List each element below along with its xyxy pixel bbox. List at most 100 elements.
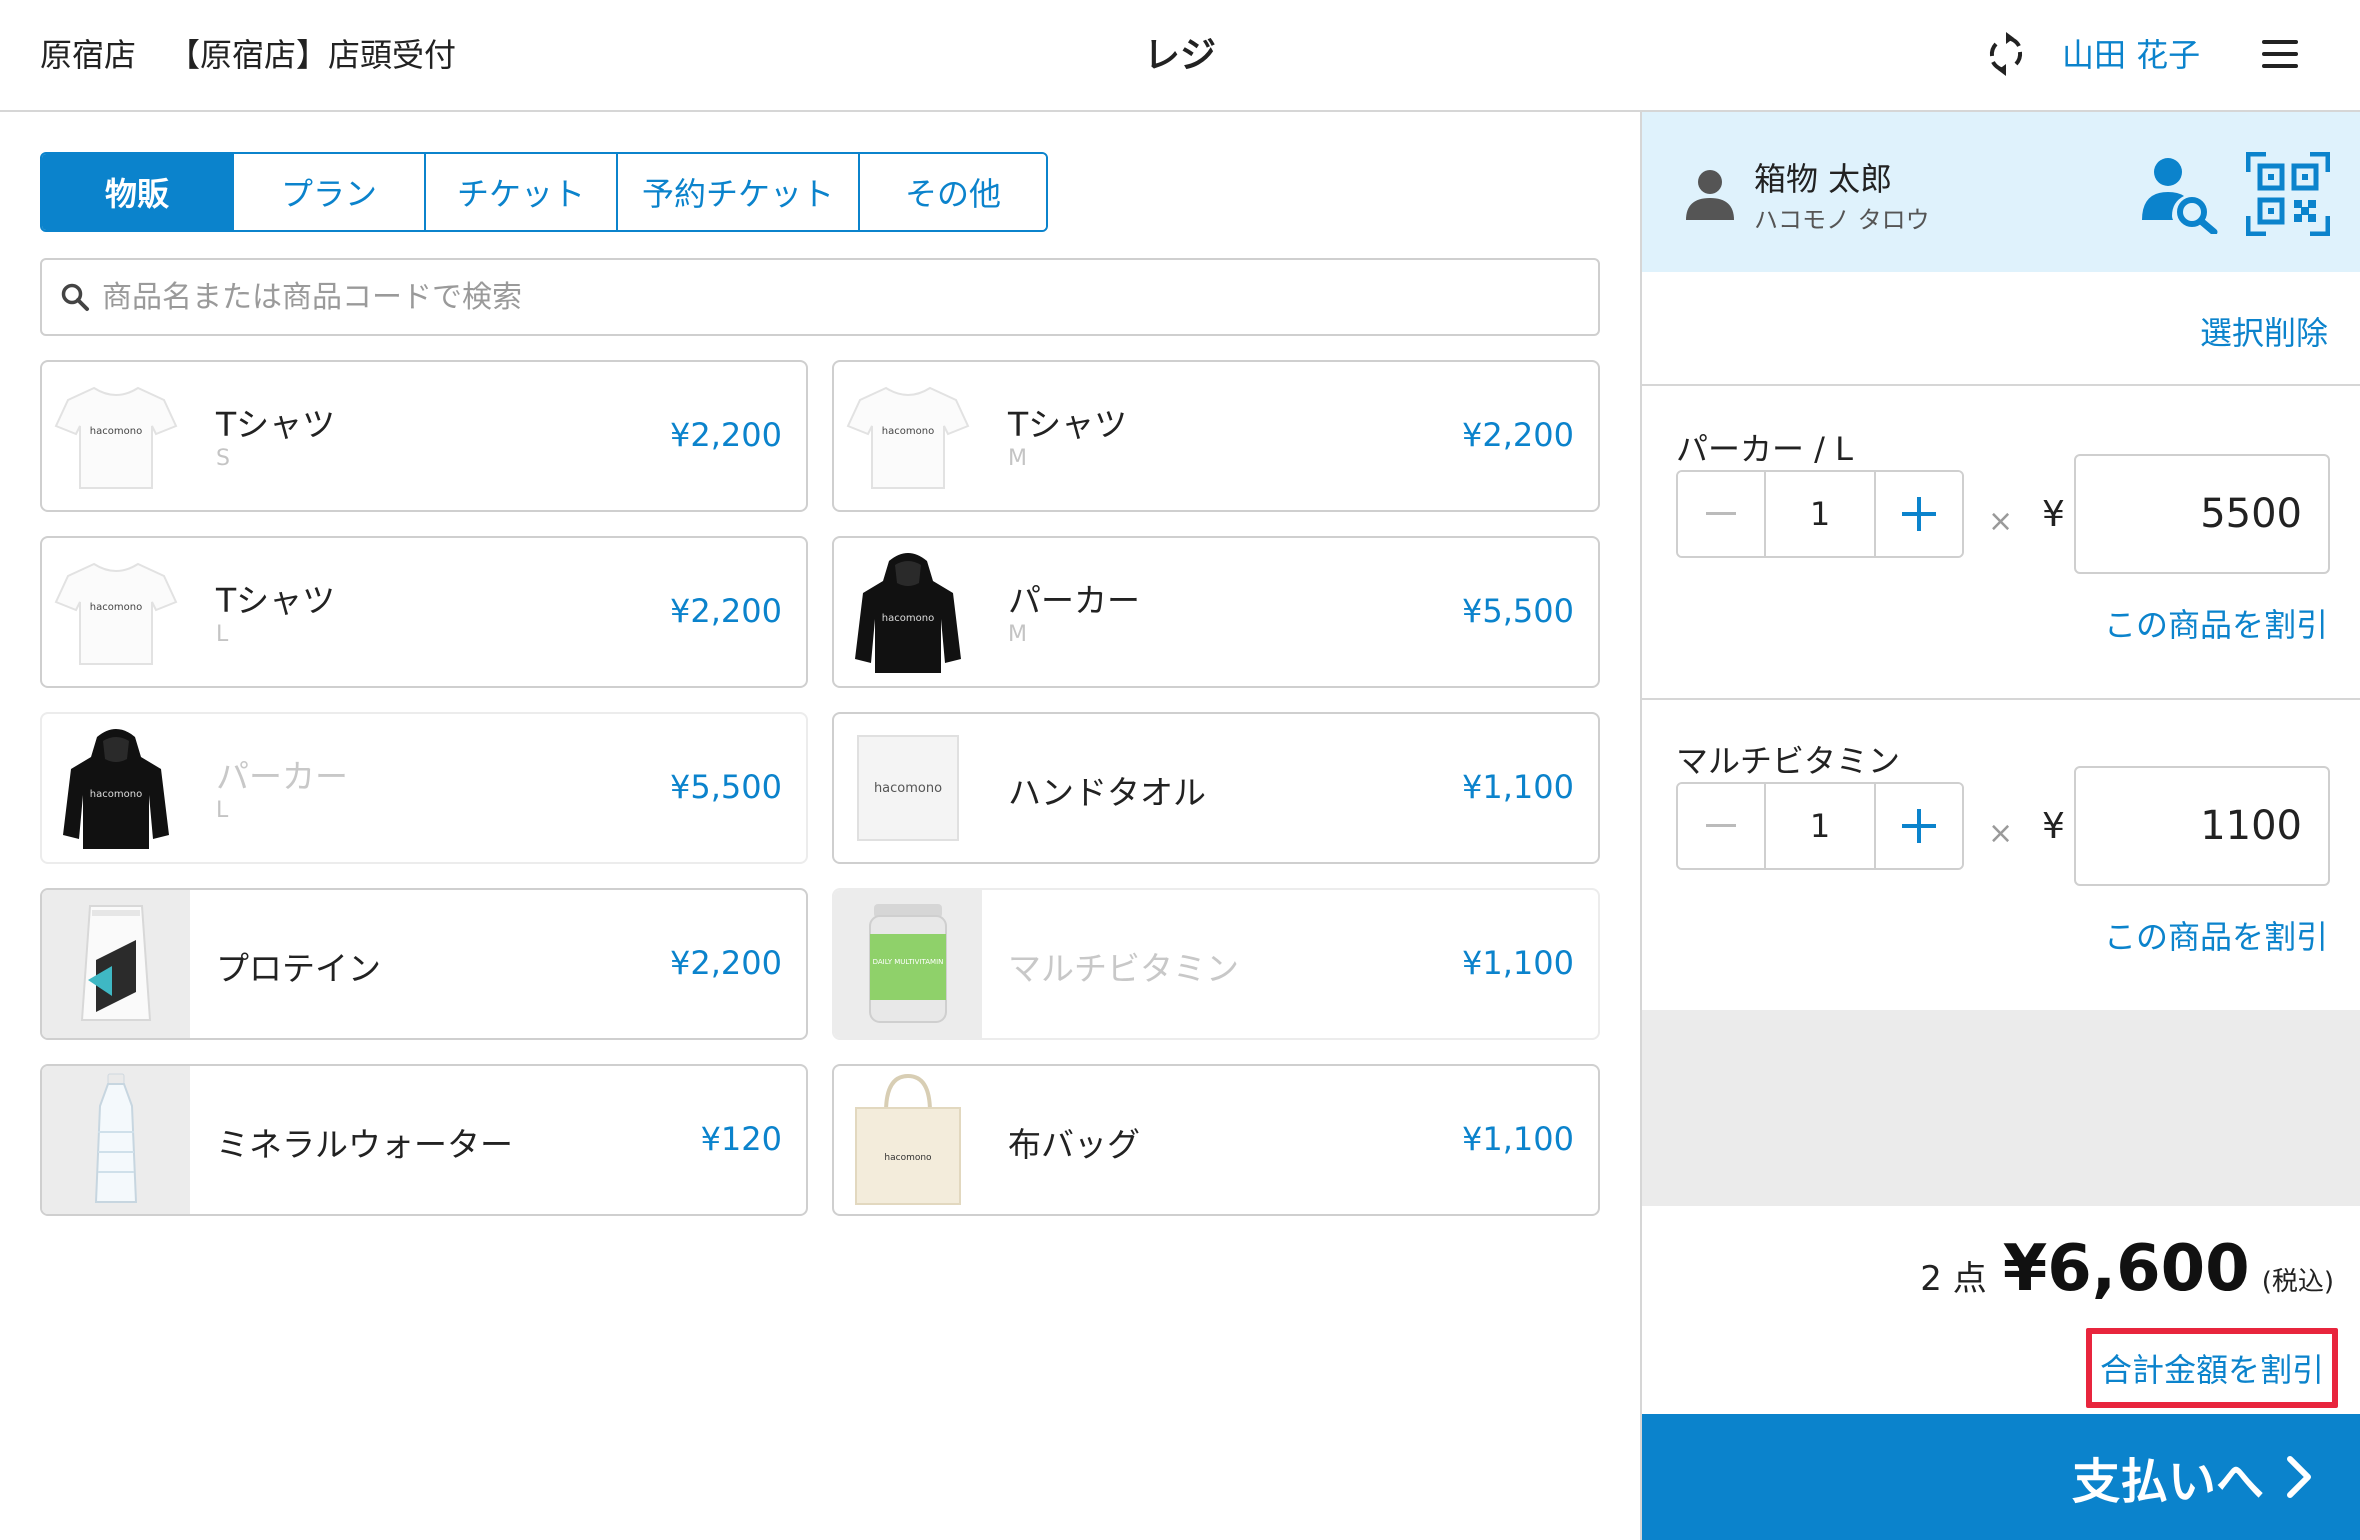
product-name: プロテイン [216,949,381,988]
increment-button[interactable] [1876,472,1962,556]
product-card-tshirt-l[interactable]: hacomono Tシャツ L ¥2,200 [40,536,808,688]
protein-bag-image [42,890,190,1038]
item-discount-link[interactable]: この商品を割引 [2104,600,2328,646]
proceed-to-payment-button[interactable]: 支払いへ [1642,1414,2360,1540]
svg-text:hacomono: hacomono [90,602,142,613]
item-count: 2 点 [1920,1259,1987,1299]
product-card-mineral-water[interactable]: ミネラルウォーター ¥120 [40,1064,808,1216]
pay-button-label: 支払いへ [2071,1454,2264,1510]
product-price: ¥5,500 [1462,592,1574,630]
minus-icon [1706,824,1736,827]
yen-sign: ¥ [2042,806,2065,847]
product-card-tote-bag[interactable]: hacomono 布バッグ ¥1,100 [832,1064,1600,1216]
chevron-right-icon [2287,1456,2311,1498]
product-price: ¥120 [700,1120,782,1158]
product-card-tshirt-s[interactable]: hacomono Tシャツ S ¥2,200 [40,360,808,512]
customer-panel: 箱物 太郎 ハコモノ タロウ [1642,112,2360,272]
product-price: ¥2,200 [670,416,782,454]
product-card-tshirt-m[interactable]: hacomono Tシャツ M ¥2,200 [832,360,1600,512]
clear-selection-link[interactable]: 選択削除 [2200,308,2328,354]
cart-empty-area [1642,1010,2360,1206]
product-name: マルチビタミン [1008,949,1239,988]
product-price: ¥5,500 [670,768,782,806]
quantity-value[interactable]: 1 [1764,784,1876,868]
tab-goods[interactable]: 物販 [42,154,234,230]
tshirt-image: hacomono [42,538,190,686]
increment-button[interactable] [1876,784,1962,868]
multiply-sign: × [1988,816,2014,851]
product-card-hoodie-m[interactable]: hacomono パーカー M ¥5,500 [832,536,1600,688]
store-name: 原宿店 [40,36,137,74]
product-name: 布バッグ [1008,1125,1140,1164]
sync-icon[interactable] [1980,28,2032,80]
member-search-icon[interactable] [2138,154,2218,234]
total-discount-link[interactable]: 合計金額を割引 [2086,1328,2338,1408]
total-amount: ¥6,600 [2002,1232,2250,1306]
product-search [40,258,1600,336]
plus-icon [1902,809,1936,843]
product-variant: M [1008,446,1027,471]
product-price: ¥1,100 [1462,768,1574,806]
cart-item-name: マルチビタミン [1676,742,1901,780]
product-card-hand-towel[interactable]: hacomono ハンドタオル ¥1,100 [832,712,1600,864]
hoodie-image: hacomono [42,714,190,862]
product-card-protein[interactable]: プロテイン ¥2,200 [40,888,808,1040]
tab-reservation-ticket[interactable]: 予約チケット [618,154,860,230]
item-discount-link[interactable]: この商品を割引 [2104,912,2328,958]
minus-icon [1706,512,1736,515]
product-card-hoodie-l[interactable]: hacomono パーカー L ¥5,500 [40,712,808,864]
product-card-multivitamin[interactable]: DAILY MULTIVITAMIN マルチビタミン ¥1,100 [832,888,1600,1040]
product-grid: hacomono Tシャツ S ¥2,200 hacomono Tシャツ M ¥… [40,360,1600,1216]
product-name: Tシャツ [216,405,336,444]
person-icon [1686,170,1734,220]
quantity-stepper: 1 [1676,782,1964,870]
svg-text:hacomono: hacomono [90,426,142,437]
tab-ticket[interactable]: チケット [426,154,618,230]
product-variant: S [216,446,230,471]
customer-kana: ハコモノ タロウ [1754,206,1930,234]
tab-plan[interactable]: プラン [234,154,426,230]
staff-name-link[interactable]: 山田 花子 [2062,30,2200,76]
divider [1642,384,2360,386]
category-tabs: 物販 プラン チケット 予約チケット その他 [40,152,1048,232]
search-input[interactable] [102,279,1598,315]
tote-bag-image: hacomono [834,1066,982,1214]
product-price: ¥2,200 [1462,416,1574,454]
unit-price-input[interactable]: 5500 [2074,454,2330,574]
decrement-button[interactable] [1678,472,1764,556]
page-title: レジ [1143,35,1216,76]
plus-icon [1902,497,1936,531]
cart-panel: 箱物 太郎 ハコモノ タロウ 選択削除 パーカー / L 1 × ¥ 5500 … [1640,112,2360,1540]
tshirt-image: hacomono [42,362,190,510]
decrement-button[interactable] [1678,784,1764,868]
product-name: パーカー [1008,581,1140,620]
divider [1642,698,2360,700]
product-name: Tシャツ [1008,405,1128,444]
product-variant: L [216,798,229,823]
product-name: ミネラルウォーター [216,1125,513,1164]
unit-price-input[interactable]: 1100 [2074,766,2330,886]
towel-image: hacomono [834,714,982,862]
multiply-sign: × [1988,504,2014,539]
product-name: ハンドタオル [1008,773,1206,812]
svg-text:hacomono: hacomono [874,781,942,796]
hamburger-menu-icon[interactable] [2258,34,2302,74]
customer-name: 箱物 太郎 [1754,160,1893,198]
product-variant: L [216,622,229,647]
product-name: Tシャツ [216,581,336,620]
svg-text:hacomono: hacomono [90,789,142,800]
tab-other[interactable]: その他 [860,154,1046,230]
qr-scan-icon[interactable] [2246,152,2330,236]
quantity-stepper: 1 [1676,470,1964,558]
water-bottle-image [42,1066,190,1214]
yen-sign: ¥ [2042,494,2065,535]
hoodie-image: hacomono [834,538,982,686]
svg-text:hacomono: hacomono [882,426,934,437]
product-variant: M [1008,622,1027,647]
vitamin-bottle-image: DAILY MULTIVITAMIN [834,890,982,1038]
cart-summary: 2 点 ¥6,600 (税込) [1920,1232,2334,1306]
quantity-value[interactable]: 1 [1764,472,1876,556]
top-bar: 原宿店 【原宿店】店頭受付 レジ 山田 花子 [0,0,2360,112]
reception-name: 【原宿店】店頭受付 [168,36,457,74]
search-icon [61,283,89,311]
